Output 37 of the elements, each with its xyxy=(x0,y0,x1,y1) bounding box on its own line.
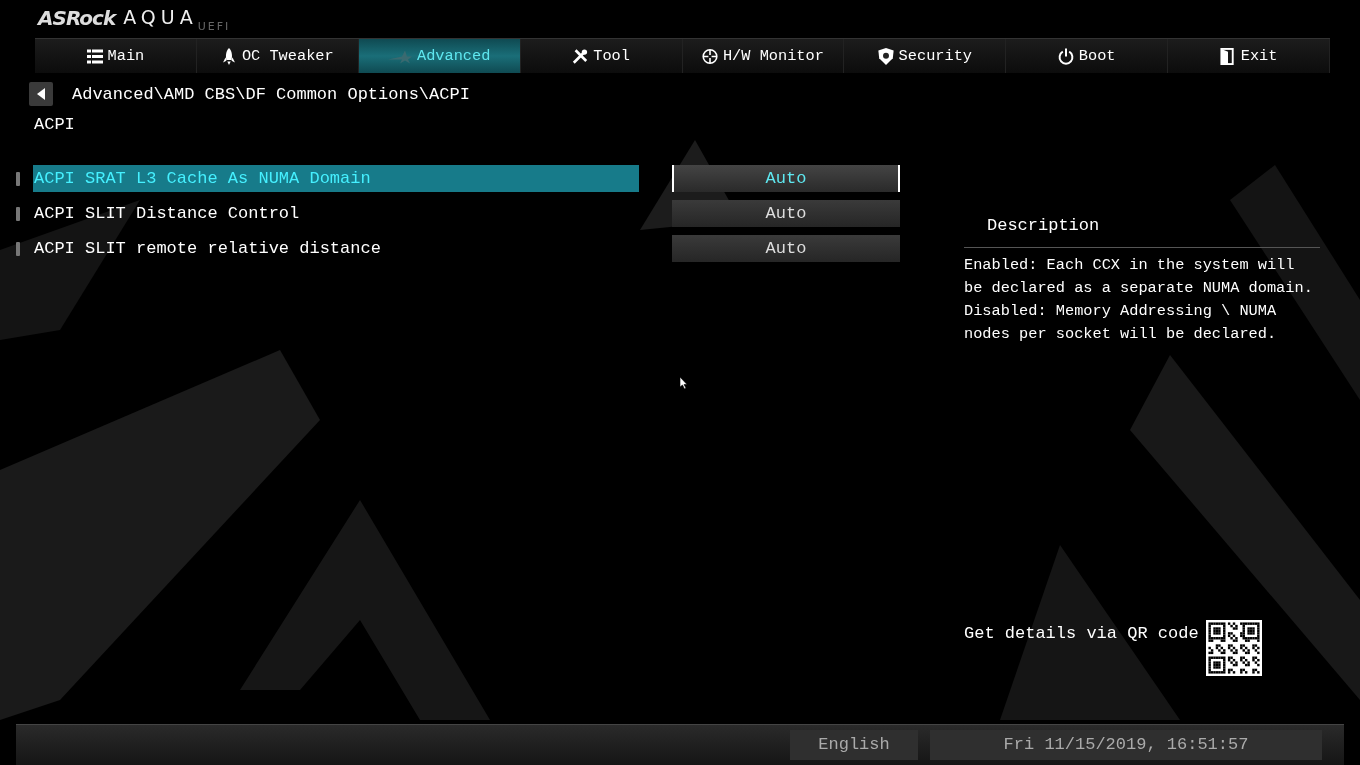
door-icon xyxy=(1219,47,1236,65)
row-marker-icon xyxy=(16,171,20,186)
crosshair-icon xyxy=(701,47,718,65)
nav-tab[interactable]: Main xyxy=(35,39,197,73)
language-button[interactable]: English xyxy=(790,730,918,760)
setting-value-button[interactable]: Auto xyxy=(672,165,900,192)
nav-tab[interactable]: Boot xyxy=(1006,39,1169,73)
product-logo: AQUA xyxy=(123,6,198,28)
date-time: Fri 11/15/2019, 16:51:57 xyxy=(930,730,1322,760)
setting-label[interactable]: ACPI SLIT Distance Control xyxy=(33,200,639,227)
row-marker-icon xyxy=(16,206,20,221)
nav-tab[interactable]: OC Tweaker xyxy=(196,39,359,73)
setting-label[interactable]: ACPI SLIT remote relative distance xyxy=(33,235,639,262)
row-marker-icon xyxy=(16,241,20,256)
breadcrumb: Advanced\AMD CBS\DF Common Options\ACPI xyxy=(72,84,470,104)
uefi-label: UEFI xyxy=(197,20,231,33)
setting-value-button[interactable]: Auto xyxy=(672,235,900,262)
tools-icon xyxy=(572,47,589,65)
list-icon xyxy=(86,47,103,65)
nav-tab[interactable]: Exit xyxy=(1168,39,1330,73)
qr-code-icon xyxy=(1206,620,1262,676)
power-icon xyxy=(1057,47,1074,65)
brand-logo: ASRock xyxy=(38,6,116,30)
back-arrow-icon xyxy=(37,88,45,100)
page-title: ACPI xyxy=(34,115,76,134)
shield-icon xyxy=(877,47,894,65)
setting-value-button[interactable]: Auto xyxy=(672,200,900,227)
cursor-icon xyxy=(680,377,688,389)
nav-tab[interactable]: H/W Monitor xyxy=(682,39,845,73)
setting-label[interactable]: ACPI SRAT L3 Cache As NUMA Domain xyxy=(33,165,639,192)
nav-tab[interactable]: Advanced xyxy=(358,39,521,73)
nav-tab[interactable]: Security xyxy=(844,39,1007,73)
qr-label: Get details via QR code xyxy=(964,623,1199,643)
description-text: Enabled: Each CCX in the system will be declared as a separate NUMA domain. Disabled: Memory Addressing \ NUMA nodes per socket will be declared. xyxy=(964,247,1320,346)
nav-tab[interactable]: Tool xyxy=(520,39,683,73)
back-button[interactable] xyxy=(29,82,53,106)
description-heading: Description xyxy=(987,216,1101,235)
